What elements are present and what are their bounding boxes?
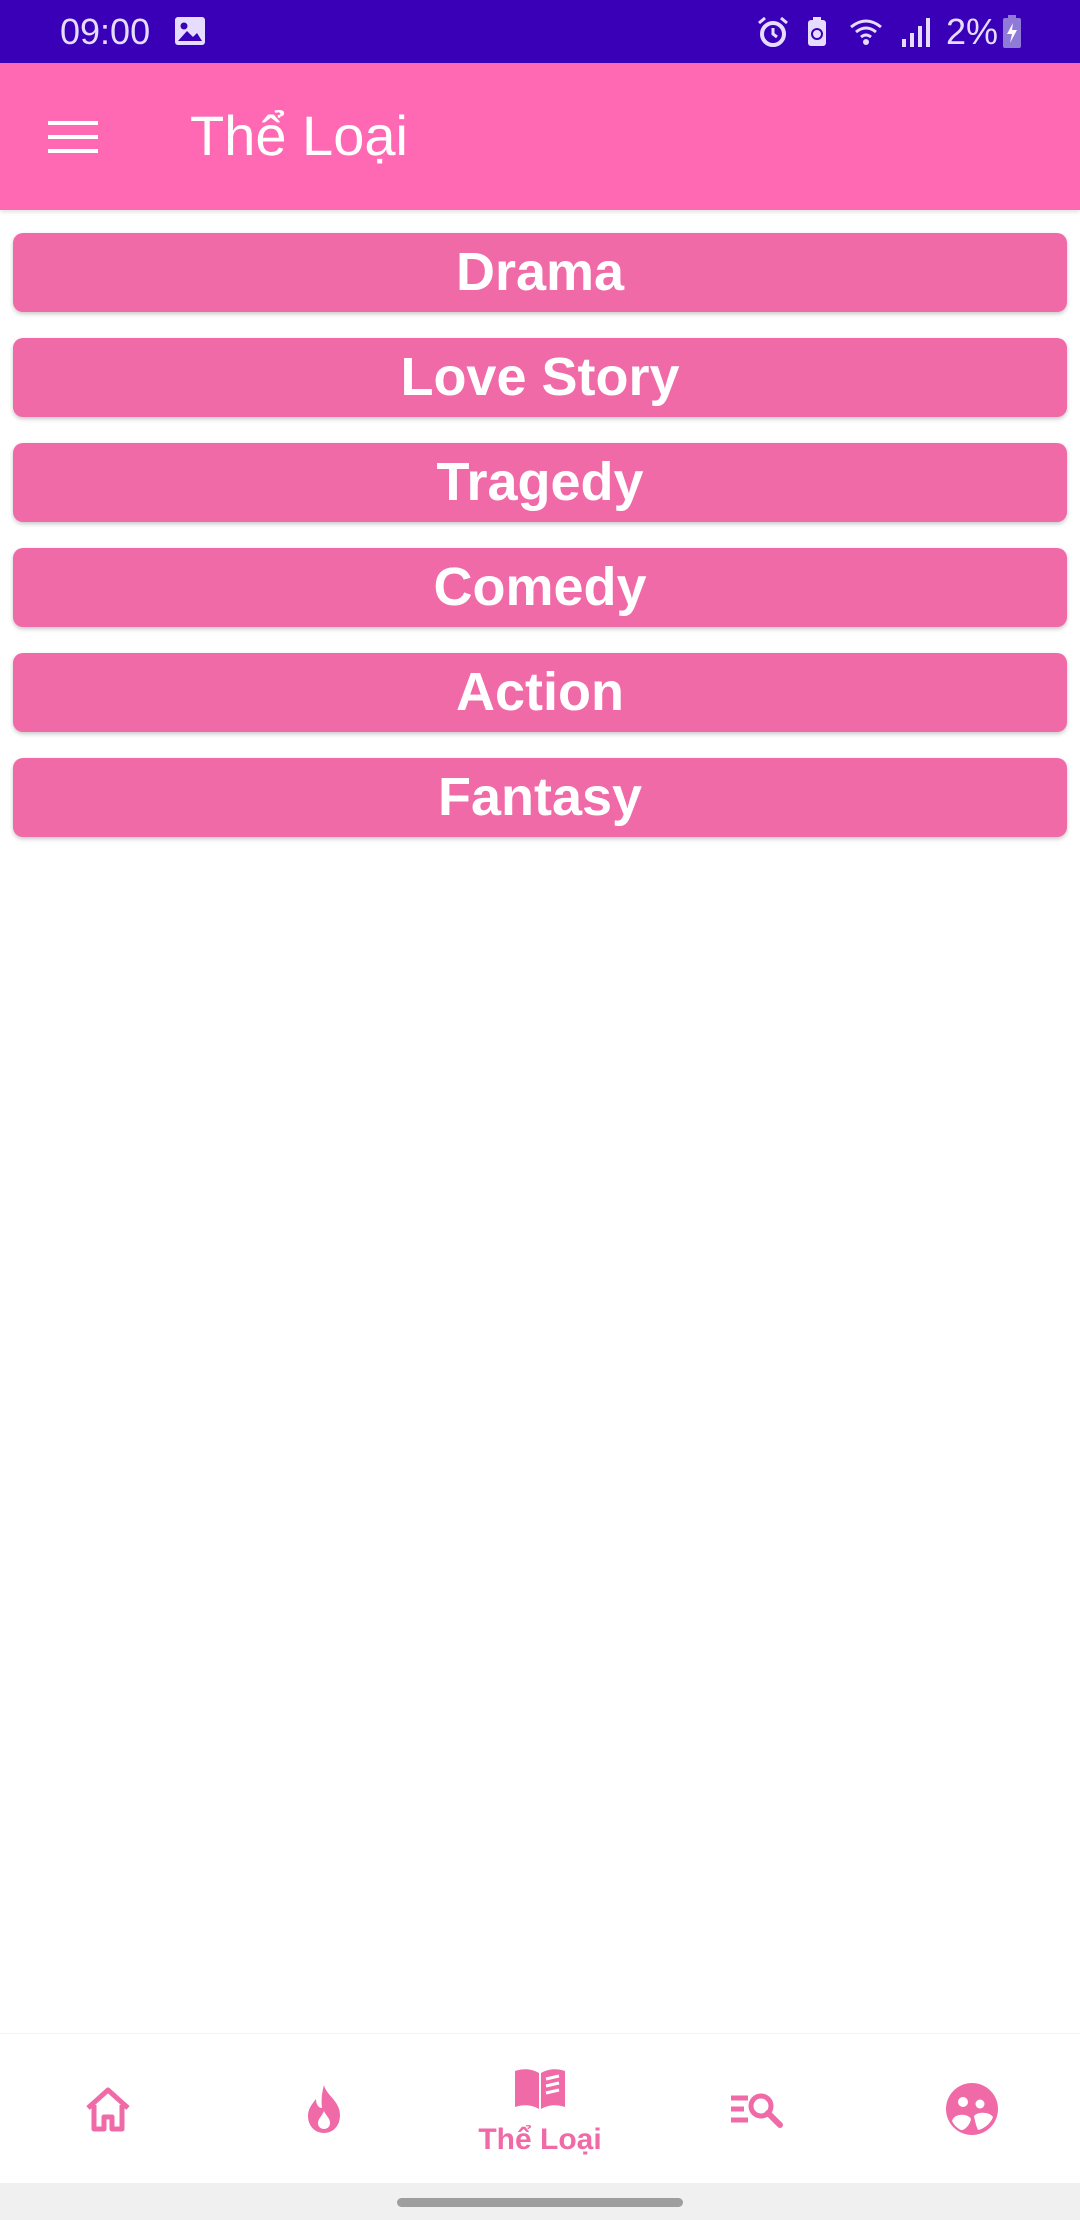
battery-percent: 2% (945, 11, 998, 52)
genre-button-tragedy[interactable]: Tragedy (13, 443, 1067, 522)
flame-icon (308, 2085, 340, 2133)
page-title: Thể Loại (190, 104, 408, 167)
wifi-icon (850, 19, 882, 45)
gesture-handle[interactable] (397, 2198, 683, 2207)
profile-icon (946, 2083, 998, 2135)
nav-item-hot[interactable] (216, 2034, 432, 2184)
signal-icon (901, 18, 930, 47)
alarm-icon (758, 16, 788, 47)
genre-button-comedy[interactable]: Comedy (13, 548, 1067, 627)
home-icon (86, 2087, 130, 2132)
nav-item-search[interactable] (648, 2034, 864, 2184)
nav-item-the-loai[interactable]: Thể Loại (432, 2034, 648, 2184)
nav-label-the-loai: Thể Loại (478, 2123, 602, 2156)
battery-saver-icon (807, 17, 826, 46)
gesture-area (0, 2183, 1080, 2220)
nav-item-home[interactable] (0, 2034, 216, 2184)
app-bar: Thể Loại (0, 63, 1080, 210)
battery-charging-icon (1003, 15, 1021, 48)
book-icon (515, 2069, 565, 2109)
hamburger-menu-icon (48, 121, 98, 153)
genre-list: Drama Love Story Tragedy Comedy Action F… (13, 233, 1067, 863)
genre-button-drama[interactable]: Drama (13, 233, 1067, 312)
status-icons: 2% (746, 10, 1022, 54)
genre-button-fantasy[interactable]: Fantasy (13, 758, 1067, 837)
genre-button-action[interactable]: Action (13, 653, 1067, 732)
list-search-icon (731, 2093, 783, 2128)
nav-item-profile[interactable] (864, 2034, 1080, 2184)
gallery-icon (175, 17, 205, 45)
menu-button[interactable] (38, 107, 108, 167)
bottom-navigation: Thể Loại (0, 2033, 1080, 2184)
genre-button-love-story[interactable]: Love Story (13, 338, 1067, 417)
screen: 09:00 2% Thể Loại Drama Love Story Trage… (0, 0, 1080, 2220)
status-time: 09:00 (60, 11, 151, 52)
status-bar: 09:00 2% (0, 0, 1080, 63)
